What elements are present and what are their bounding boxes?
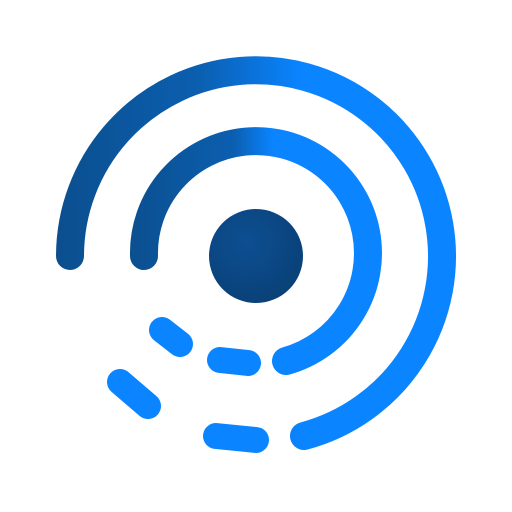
- inner-dash-left: [149, 317, 193, 357]
- app-icon: [0, 0, 512, 512]
- center-dot: [209, 209, 303, 303]
- signal-broadcast-icon: [56, 56, 456, 453]
- inner-dash-right: [207, 347, 261, 376]
- outer-dash-left: [107, 369, 161, 419]
- outer-dash-right: [203, 423, 269, 453]
